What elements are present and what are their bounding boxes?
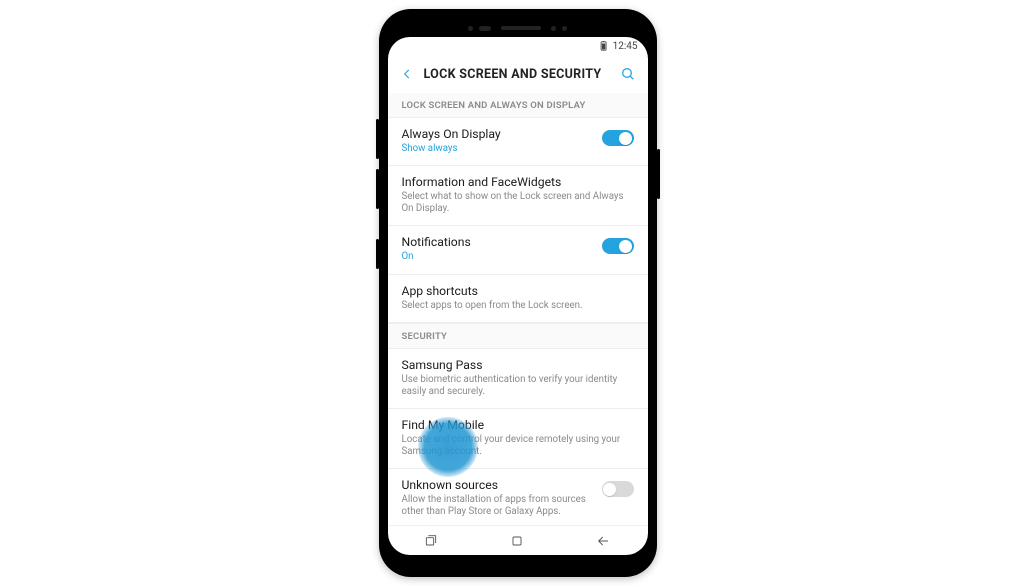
row-title: App shortcuts bbox=[402, 284, 634, 298]
navigation-bar bbox=[388, 525, 648, 555]
screen: 12:45 LOCK SCREEN AND SECURITY LOCK SCRE… bbox=[388, 37, 648, 555]
row-sub: Locate and control your device remotely … bbox=[402, 434, 634, 458]
search-icon[interactable] bbox=[620, 66, 636, 82]
battery-icon bbox=[599, 41, 609, 51]
row-sub: Allow the installation of apps from sour… bbox=[402, 494, 594, 518]
row-information-facewidgets[interactable]: Information and FaceWidgets Select what … bbox=[388, 166, 648, 226]
settings-list: LOCK SCREEN AND ALWAYS ON DISPLAY Always… bbox=[388, 93, 648, 525]
phone-frame: 12:45 LOCK SCREEN AND SECURITY LOCK SCRE… bbox=[379, 9, 657, 577]
toggle-notifications[interactable] bbox=[602, 238, 634, 254]
row-title: Find My Mobile bbox=[402, 418, 634, 432]
row-title: Information and FaceWidgets bbox=[402, 175, 634, 189]
row-sub: Use biometric authentication to verify y… bbox=[402, 374, 634, 398]
row-unknown-sources[interactable]: Unknown sources Allow the installation o… bbox=[388, 469, 648, 525]
row-app-shortcuts[interactable]: App shortcuts Select apps to open from t… bbox=[388, 275, 648, 323]
section-header-display: LOCK SCREEN AND ALWAYS ON DISPLAY bbox=[388, 93, 648, 118]
row-title: Samsung Pass bbox=[402, 358, 634, 372]
row-sub: Select apps to open from the Lock screen… bbox=[402, 300, 634, 312]
row-find-my-mobile[interactable]: Find My Mobile Locate and control your d… bbox=[388, 409, 648, 469]
back-nav-button[interactable] bbox=[596, 533, 612, 549]
app-header: LOCK SCREEN AND SECURITY bbox=[388, 55, 648, 93]
status-bar: 12:45 bbox=[388, 37, 648, 55]
row-sub: Select what to show on the Lock screen a… bbox=[402, 191, 634, 215]
row-always-on-display[interactable]: Always On Display Show always bbox=[388, 118, 648, 166]
row-title: Notifications bbox=[402, 235, 594, 249]
toggle-always-on-display[interactable] bbox=[602, 130, 634, 146]
section-header-security: SECURITY bbox=[388, 323, 648, 349]
toggle-unknown-sources[interactable] bbox=[602, 481, 634, 497]
row-sub: Show always bbox=[402, 143, 594, 155]
row-samsung-pass[interactable]: Samsung Pass Use biometric authenticatio… bbox=[388, 349, 648, 409]
recents-button[interactable] bbox=[423, 533, 439, 549]
status-time: 12:45 bbox=[613, 41, 638, 52]
row-title: Unknown sources bbox=[402, 478, 594, 492]
page-title: LOCK SCREEN AND SECURITY bbox=[424, 67, 610, 82]
row-title: Always On Display bbox=[402, 127, 594, 141]
row-sub: On bbox=[402, 251, 594, 263]
row-notifications[interactable]: Notifications On bbox=[388, 226, 648, 274]
home-button[interactable] bbox=[509, 533, 525, 549]
back-button[interactable] bbox=[400, 67, 414, 81]
